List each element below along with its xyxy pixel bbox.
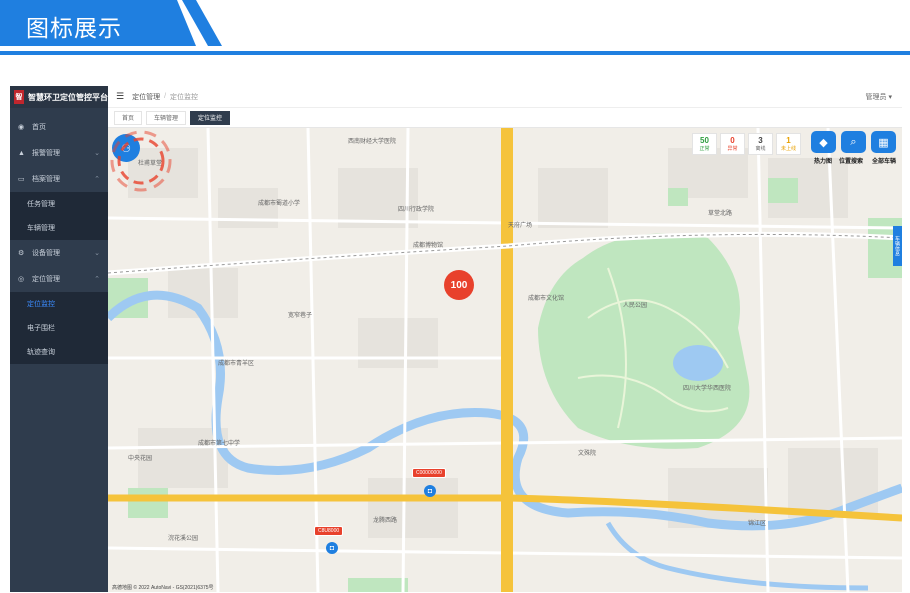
page-banner: 图标展示 — [0, 0, 910, 56]
car-icon: ◘ — [427, 487, 433, 495]
tab-home[interactable]: 首页 — [114, 110, 143, 125]
sidebar-item-alarms[interactable]: ▲ 报警管理 ⌄ — [10, 140, 108, 166]
sidebar-item-home[interactable]: ◉ 首页 — [10, 114, 108, 140]
map-label: 成都市文化馆 — [528, 296, 565, 302]
all-vehicles-label: 全部车辆 — [872, 159, 897, 165]
gear-icon: ⚙ — [18, 250, 25, 257]
map-label: 西南财经大学医院 — [348, 139, 397, 145]
stat-normal[interactable]: 50 正常 — [692, 133, 717, 155]
grid-icon: ▦ — [878, 136, 889, 149]
map-label: 草堂北路 — [708, 211, 733, 217]
tab-monitor[interactable]: 定位监控 — [190, 110, 231, 125]
map-label: 中央花园 — [128, 456, 153, 462]
map-label: 成都市青羊区 — [218, 361, 255, 367]
china-map-icon: ◆ — [819, 136, 828, 149]
tab-vehicles[interactable]: 车辆管理 — [146, 110, 187, 125]
app-window: 智 智慧环卫定位管控平台 ◉ 首页 ▲ 报警管理 ⌄ ▭ 档案管理 ⌃ 任务管理 车辆管理… — [10, 86, 902, 592]
map-label: 文殊院 — [578, 451, 597, 457]
chevron-down-icon: ⌄ — [94, 250, 100, 257]
folder-icon: ▭ — [18, 176, 25, 183]
map-label: 四川大学华西医院 — [683, 386, 732, 392]
vehicle-marker[interactable]: ◘ — [424, 485, 436, 497]
chevron-down-icon: ⌄ — [94, 150, 100, 157]
map-label: 锦江区 — [748, 521, 767, 527]
map-label: 天府广场 — [508, 223, 533, 229]
car-icon: ◘ — [329, 544, 335, 552]
top-bar: ☰ 定位管理 / 定位监控 管理员 ▾ — [108, 86, 902, 108]
tab-bar: 首页 车辆管理 定位监控 — [108, 108, 902, 128]
map-label: 龙腾西路 — [373, 518, 398, 524]
sidebar: 智 智慧环卫定位管控平台 ◉ 首页 ▲ 报警管理 ⌄ ▭ 档案管理 ⌃ 任务管理 车辆管理… — [10, 86, 108, 592]
all-vehicles-button[interactable]: ▦ — [871, 131, 896, 153]
breadcrumb-sep: / — [164, 93, 167, 100]
dashboard-icon: ◉ — [18, 124, 25, 131]
logo-icon: 智 — [14, 90, 24, 104]
search-icon: ⌕ — [850, 135, 857, 148]
brand: 智 智慧环卫定位管控平台 — [10, 86, 108, 108]
bell-icon: ▲ — [18, 149, 25, 157]
sidebar-item-fence[interactable]: 电子围栏 — [10, 316, 108, 340]
vehicle-info-handle[interactable]: 车辆信息 — [893, 226, 902, 266]
vehicle-marker[interactable]: ◘ — [326, 542, 338, 554]
menu-toggle-icon[interactable]: ☰ — [116, 91, 124, 102]
sidebar-item-track[interactable]: 轨迹查询 — [10, 340, 108, 364]
breadcrumb-2: 定位监控 — [170, 93, 199, 101]
stat-not-online[interactable]: 1 未上线 — [776, 133, 801, 155]
map-label: 成都市第七中学 — [198, 441, 241, 447]
vehicle-tag[interactable]: C8U8000 — [314, 526, 344, 536]
stat-abnormal[interactable]: 0 异常 — [720, 133, 745, 155]
sidebar-item-monitor[interactable]: 定位监控 — [10, 292, 108, 316]
cluster-pulse — [110, 130, 172, 192]
map-copyright: 高德地图 © 2022 AutoNavi - GS(2021)6375号 — [112, 585, 214, 591]
map-label: 成都博物馆 — [413, 243, 444, 249]
map-label: 成都市蜀道小学 — [258, 201, 301, 207]
banner-title: 图标展示 — [26, 15, 122, 41]
chevron-up-icon: ⌃ — [94, 276, 100, 283]
map-label: 人民公园 — [623, 303, 648, 309]
map-view[interactable]: 西南财经大学医院 成都市蜀道小学 四川行政学院 天府广场 成都博物馆 人民公园 … — [108, 128, 902, 592]
sidebar-item-location[interactable]: ◎ 定位管理 ⌃ — [10, 266, 108, 292]
vehicle-cluster-marker[interactable]: 100 — [444, 270, 474, 300]
location-search-button[interactable]: ⌕ — [841, 131, 866, 153]
vehicle-tag[interactable]: C00000000 — [412, 468, 446, 478]
breadcrumb-1[interactable]: 定位管理 — [132, 92, 160, 102]
chevron-up-icon: ⌃ — [94, 176, 100, 183]
sidebar-item-devices[interactable]: ⚙ 设备管理 ⌄ — [10, 240, 108, 266]
sidebar-item-vehicles[interactable]: 车辆管理 — [10, 216, 108, 240]
user-menu[interactable]: 管理员 ▾ — [866, 92, 892, 102]
map-label: 浣花溪公园 — [168, 536, 199, 542]
heatmap-button[interactable]: ◆ — [811, 131, 836, 153]
stat-offline[interactable]: 3 离线 — [748, 133, 773, 155]
sidebar-item-tasks[interactable]: 任务管理 — [10, 192, 108, 216]
location-search-label: 位置搜索 — [839, 159, 864, 165]
sidebar-item-archives[interactable]: ▭ 档案管理 ⌃ — [10, 166, 108, 192]
map-label: 宽窄巷子 — [288, 313, 313, 319]
map-label: 四川行政学院 — [398, 207, 435, 213]
banner-underline — [0, 51, 910, 55]
location-icon: ◎ — [18, 276, 25, 283]
brand-title: 智慧环卫定位管控平台 — [28, 92, 108, 102]
heatmap-label: 热力图 — [814, 159, 833, 165]
